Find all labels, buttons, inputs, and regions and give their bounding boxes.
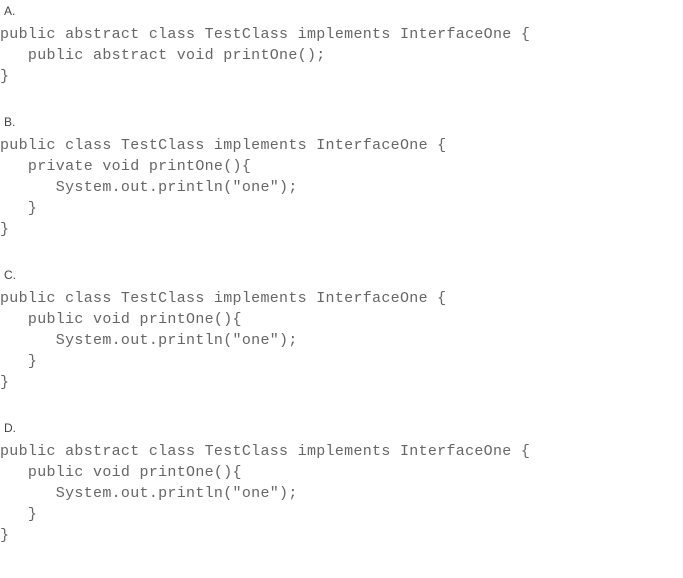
option-d: D. public abstract class TestClass implem… bbox=[0, 421, 683, 546]
code-block: public class TestClass implements Interf… bbox=[0, 135, 683, 240]
option-label: B. bbox=[4, 115, 683, 129]
code-line: public abstract class TestClass implemen… bbox=[0, 24, 683, 45]
code-block: public class TestClass implements Interf… bbox=[0, 288, 683, 393]
code-line: public abstract class TestClass implemen… bbox=[0, 441, 683, 462]
code-line: System.out.println("one"); bbox=[0, 330, 683, 351]
code-line: } bbox=[0, 525, 683, 546]
option-label: A. bbox=[4, 4, 683, 18]
code-line: } bbox=[0, 219, 683, 240]
code-line: } bbox=[0, 198, 683, 219]
code-line: public void printOne(){ bbox=[0, 309, 683, 330]
code-line: public class TestClass implements Interf… bbox=[0, 135, 683, 156]
option-label: C. bbox=[4, 268, 683, 282]
code-line: private void printOne(){ bbox=[0, 156, 683, 177]
option-b: B. public class TestClass implements Inte… bbox=[0, 115, 683, 240]
code-block: public abstract class TestClass implemen… bbox=[0, 24, 683, 87]
option-c: C. public class TestClass implements Inte… bbox=[0, 268, 683, 393]
code-line: System.out.println("one"); bbox=[0, 483, 683, 504]
code-line: } bbox=[0, 504, 683, 525]
question-options-container: A. public abstract class TestClass implem… bbox=[0, 4, 683, 546]
code-line: public abstract void printOne(); bbox=[0, 45, 683, 66]
code-line: System.out.println("one"); bbox=[0, 177, 683, 198]
code-line: } bbox=[0, 351, 683, 372]
code-line: } bbox=[0, 66, 683, 87]
code-block: public abstract class TestClass implemen… bbox=[0, 441, 683, 546]
option-label: D. bbox=[4, 421, 683, 435]
option-a: A. public abstract class TestClass implem… bbox=[0, 4, 683, 87]
code-line: } bbox=[0, 372, 683, 393]
code-line: public void printOne(){ bbox=[0, 462, 683, 483]
code-line: public class TestClass implements Interf… bbox=[0, 288, 683, 309]
